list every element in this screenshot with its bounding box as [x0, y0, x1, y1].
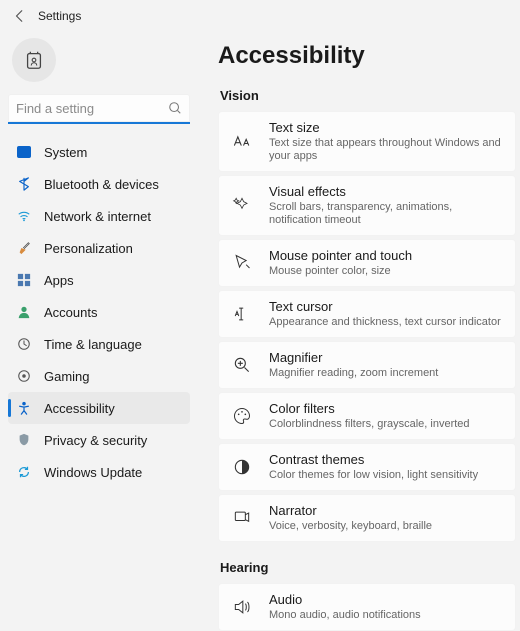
back-button[interactable] [8, 4, 32, 28]
card-title: Color filters [269, 401, 470, 417]
text-cursor-icon [231, 303, 253, 325]
accounts-icon [16, 304, 32, 320]
sidebar-item-label: System [44, 145, 87, 160]
sidebar-item-label: Privacy & security [44, 433, 147, 448]
paintbrush-icon [16, 240, 32, 256]
card-title: Mouse pointer and touch [269, 248, 412, 264]
sidebar-item-bluetooth[interactable]: Bluetooth & devices [8, 168, 190, 200]
magnifier-icon [231, 354, 253, 376]
sidebar-item-accounts[interactable]: Accounts [8, 296, 190, 328]
search-input[interactable] [8, 94, 190, 124]
text-size-icon [231, 130, 253, 152]
user-avatar[interactable] [12, 38, 56, 82]
section-header-vision: Vision [220, 88, 516, 103]
card-sub: Colorblindness filters, grayscale, inver… [269, 418, 470, 431]
bluetooth-icon [16, 176, 32, 192]
clock-globe-icon [16, 336, 32, 352]
back-arrow-icon [13, 9, 27, 23]
shield-icon [16, 432, 32, 448]
sidebar-item-gaming[interactable]: Gaming [8, 360, 190, 392]
avatar-placeholder-icon [23, 49, 45, 71]
card-title: Visual effects [269, 184, 503, 200]
card-sub: Mouse pointer color, size [269, 265, 412, 278]
sidebar-item-label: Gaming [44, 369, 90, 384]
sidebar-item-system[interactable]: System [8, 136, 190, 168]
sidebar-item-accessibility[interactable]: Accessibility [8, 392, 190, 424]
card-sub: Mono audio, audio notifications [269, 609, 421, 622]
sidebar-item-apps[interactable]: Apps [8, 264, 190, 296]
contrast-icon [231, 456, 253, 478]
card-title: Text size [269, 120, 503, 136]
sidebar-item-label: Personalization [44, 241, 133, 256]
card-magnifier[interactable]: MagnifierMagnifier reading, zoom increme… [218, 341, 516, 389]
section-header-hearing: Hearing [220, 560, 516, 575]
sidebar-item-personalization[interactable]: Personalization [8, 232, 190, 264]
sidebar-item-time-language[interactable]: Time & language [8, 328, 190, 360]
update-icon [16, 464, 32, 480]
card-color-filters[interactable]: Color filtersColorblindness filters, gra… [218, 392, 516, 440]
card-sub: Color themes for low vision, light sensi… [269, 469, 478, 482]
sidebar-item-label: Apps [44, 273, 74, 288]
narrator-icon [231, 507, 253, 529]
card-mouse-pointer[interactable]: Mouse pointer and touchMouse pointer col… [218, 239, 516, 287]
card-title: Text cursor [269, 299, 501, 315]
card-sub: Magnifier reading, zoom increment [269, 367, 438, 380]
gaming-icon [16, 368, 32, 384]
wifi-icon [16, 208, 32, 224]
cursor-icon [231, 252, 253, 274]
card-contrast-themes[interactable]: Contrast themesColor themes for low visi… [218, 443, 516, 491]
card-sub: Appearance and thickness, text cursor in… [269, 316, 501, 329]
sidebar-item-label: Bluetooth & devices [44, 177, 159, 192]
card-sub: Text size that appears throughout Window… [269, 137, 503, 163]
card-audio[interactable]: AudioMono audio, audio notifications [218, 583, 516, 631]
sidebar-item-label: Accessibility [44, 401, 115, 416]
sidebar-item-label: Network & internet [44, 209, 151, 224]
system-icon [16, 144, 32, 160]
sidebar-item-label: Windows Update [44, 465, 142, 480]
search-icon [168, 101, 182, 115]
card-text-size[interactable]: Text sizeText size that appears througho… [218, 111, 516, 172]
card-sub: Voice, verbosity, keyboard, braille [269, 520, 432, 533]
card-title: Magnifier [269, 350, 438, 366]
sidebar-item-windows-update[interactable]: Windows Update [8, 456, 190, 488]
palette-icon [231, 405, 253, 427]
card-title: Narrator [269, 503, 432, 519]
sidebar-item-network[interactable]: Network & internet [8, 200, 190, 232]
speaker-icon [231, 596, 253, 618]
sidebar-item-label: Accounts [44, 305, 97, 320]
card-title: Contrast themes [269, 452, 478, 468]
card-text-cursor[interactable]: Text cursorAppearance and thickness, tex… [218, 290, 516, 338]
sidebar-item-privacy[interactable]: Privacy & security [8, 424, 190, 456]
sparkle-icon [231, 194, 253, 216]
card-visual-effects[interactable]: Visual effectsScroll bars, transparency,… [218, 175, 516, 236]
card-title: Audio [269, 592, 421, 608]
window-title: Settings [38, 9, 81, 23]
sidebar-item-label: Time & language [44, 337, 142, 352]
page-title: Accessibility [218, 42, 516, 70]
apps-icon [16, 272, 32, 288]
card-sub: Scroll bars, transparency, animations, n… [269, 201, 503, 227]
card-narrator[interactable]: NarratorVoice, verbosity, keyboard, brai… [218, 494, 516, 542]
accessibility-icon [16, 400, 32, 416]
